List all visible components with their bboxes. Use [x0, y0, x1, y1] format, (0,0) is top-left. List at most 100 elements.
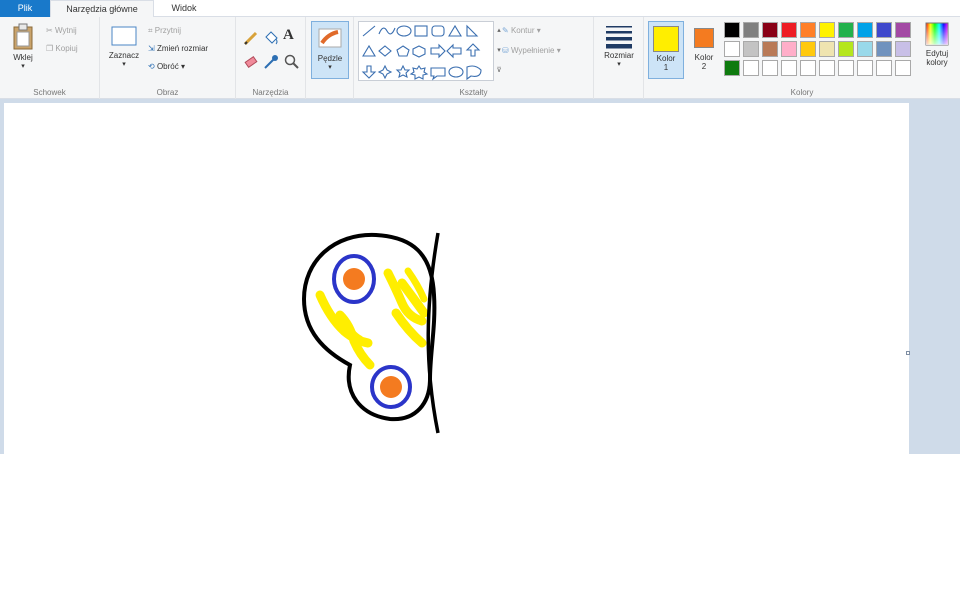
- brushes-button[interactable]: Pędzle ▾: [311, 21, 349, 79]
- palette-swatch[interactable]: [743, 41, 759, 57]
- shapes-group: ▴ ▾ ⊽ ✎ Kontur ▾ ⛁ Wypełnienie ▾ Kształt…: [354, 17, 594, 99]
- clipboard-group: Wklej ▾ ✂ Wytnij ❐ Kopiuj Schowek: [0, 17, 100, 99]
- edit-colors-label-2: kolory: [926, 58, 948, 67]
- fill-bucket-icon[interactable]: [262, 29, 280, 47]
- tab-home[interactable]: Narzędzia główne: [50, 0, 154, 17]
- palette-swatch[interactable]: [743, 60, 759, 76]
- resize-button[interactable]: ⇲ Zmień rozmiar: [148, 41, 208, 57]
- chevron-down-icon: ▾: [617, 61, 621, 68]
- chevron-down-icon: ▾: [556, 46, 561, 56]
- palette-swatch[interactable]: [895, 60, 911, 76]
- edit-colors-button[interactable]: Edytuj kolory: [918, 21, 956, 79]
- palette-swatch[interactable]: [819, 60, 835, 76]
- edit-colors-label-1: Edytuj: [925, 49, 949, 58]
- crop-label: Przytnij: [154, 26, 181, 36]
- color-picker-icon[interactable]: [262, 53, 280, 71]
- palette-swatch[interactable]: [781, 22, 797, 38]
- palette-swatch[interactable]: [781, 41, 797, 57]
- tools-group-label: Narzędzia: [252, 88, 289, 97]
- palette-swatch[interactable]: [800, 41, 816, 57]
- cut-button[interactable]: ✂ Wytnij: [46, 23, 77, 39]
- rotate-button[interactable]: ⟲ Obróć ▾: [148, 59, 185, 75]
- tab-view[interactable]: Widok: [154, 0, 214, 17]
- colors-group: Kolor 1 Kolor 2 Edytuj kolory Kolory: [644, 17, 960, 99]
- paste-button[interactable]: Wklej ▾: [6, 23, 40, 79]
- image-group-label: Obraz: [156, 88, 179, 97]
- fill-button[interactable]: ⛁ Wypełnienie ▾: [502, 43, 561, 59]
- ribbon-tabs: Plik Narzędzia główne Widok: [0, 0, 960, 17]
- text-tool-icon[interactable]: A: [283, 27, 301, 45]
- palette-swatch[interactable]: [838, 60, 854, 76]
- palette-swatch[interactable]: [762, 60, 778, 76]
- expand-icon[interactable]: ⊽: [494, 61, 504, 81]
- tools-group: A Narzędzia: [236, 17, 306, 99]
- palette-swatch[interactable]: [895, 22, 911, 38]
- shapes-group-label: Kształty: [459, 88, 488, 97]
- eraser-icon[interactable]: [242, 53, 260, 71]
- size-label: Rozmiar: [604, 51, 634, 60]
- chevron-down-icon: ▾: [328, 64, 332, 71]
- palette-swatch[interactable]: [762, 41, 778, 57]
- chevron-down-icon: ▾: [536, 26, 541, 36]
- palette-swatch[interactable]: [876, 60, 892, 76]
- brush-icon: [318, 28, 342, 48]
- pencil-icon[interactable]: [242, 29, 260, 47]
- palette-swatch[interactable]: [876, 22, 892, 38]
- palette-swatch[interactable]: [857, 22, 873, 38]
- outline-label: Kontur: [510, 26, 535, 36]
- canvas-workspace: [0, 99, 960, 454]
- select-button[interactable]: Zaznacz ▾: [104, 25, 144, 81]
- palette-swatch[interactable]: [838, 41, 854, 57]
- palette-swatch[interactable]: [895, 41, 911, 57]
- color-palette: [724, 22, 924, 82]
- palette-swatch[interactable]: [819, 22, 835, 38]
- select-label: Zaznacz: [108, 51, 140, 60]
- size-button[interactable]: Rozmiar ▾: [598, 23, 640, 79]
- palette-swatch[interactable]: [800, 60, 816, 76]
- chevron-down-icon: ▾: [180, 62, 185, 72]
- colors-group-label: Kolory: [790, 88, 814, 97]
- crop-button[interactable]: ⌗ Przytnij: [148, 23, 181, 39]
- outline-button[interactable]: ✎ Kontur ▾: [502, 23, 541, 39]
- palette-swatch[interactable]: [724, 60, 740, 76]
- palette-swatch[interactable]: [781, 60, 797, 76]
- fill-bucket-icon: ⛁: [502, 46, 509, 55]
- wing-spot-top: [343, 268, 365, 290]
- paste-label: Wklej: [13, 53, 33, 62]
- chevron-down-icon: ▾: [122, 61, 126, 68]
- cut-label: Wytnij: [54, 26, 77, 36]
- color1-label: Kolor: [656, 54, 676, 63]
- outline-brush-icon: ✎: [502, 26, 509, 35]
- clipboard-group-label: Schowek: [33, 88, 66, 97]
- color1-button[interactable]: Kolor 1: [648, 21, 684, 79]
- canvas-resize-handle[interactable]: [906, 351, 910, 355]
- copy-label: Kopiuj: [55, 44, 78, 54]
- blank-area: [0, 454, 960, 592]
- color2-button[interactable]: Kolor 2: [686, 21, 722, 79]
- palette-swatch[interactable]: [724, 41, 740, 57]
- palette-swatch[interactable]: [724, 22, 740, 38]
- brushes-label: Pędzle: [317, 54, 343, 63]
- resize-label: Zmień rozmiar: [156, 44, 209, 54]
- copy-icon: ❐: [46, 44, 54, 53]
- palette-swatch[interactable]: [819, 41, 835, 57]
- size-group: Rozmiar ▾: [594, 17, 644, 99]
- palette-swatch[interactable]: [800, 22, 816, 38]
- clipboard-icon: [13, 23, 33, 50]
- drawing-canvas[interactable]: [4, 103, 909, 454]
- palette-swatch[interactable]: [762, 22, 778, 38]
- drawing: [301, 232, 440, 434]
- wing-spot-bottom: [380, 376, 402, 398]
- copy-button[interactable]: ❐ Kopiuj: [46, 41, 78, 57]
- palette-swatch[interactable]: [743, 22, 759, 38]
- select-rectangle-icon: [111, 26, 137, 46]
- tab-file[interactable]: Plik: [0, 0, 50, 17]
- color2-label: Kolor: [694, 53, 714, 62]
- palette-swatch[interactable]: [857, 41, 873, 57]
- palette-swatch[interactable]: [838, 22, 854, 38]
- palette-swatch[interactable]: [876, 41, 892, 57]
- palette-swatch[interactable]: [857, 60, 873, 76]
- rotate-icon: ⟲: [148, 62, 155, 71]
- shapes-gallery-icons[interactable]: [359, 22, 495, 82]
- magnifier-icon[interactable]: [283, 53, 301, 71]
